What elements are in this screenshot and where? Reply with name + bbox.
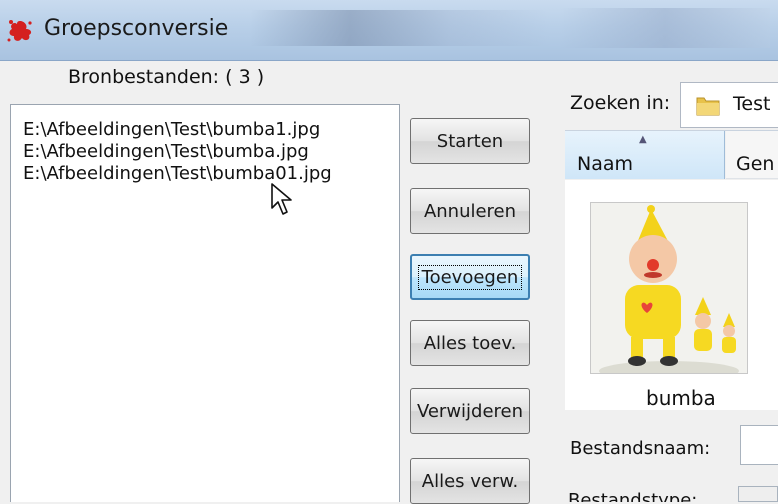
background-window-blur [560, 8, 770, 48]
add-all-button-label: Alles toev. [423, 332, 517, 354]
add-all-button[interactable]: Alles toev. [410, 320, 530, 366]
column-header-second-label: Gen [736, 153, 775, 175]
filetype-dropdown[interactable] [738, 486, 778, 502]
filename-input[interactable] [740, 425, 778, 465]
list-item[interactable]: E:\Afbeeldingen\Test\bumba1.jpg [23, 119, 320, 140]
cancel-button[interactable]: Annuleren [410, 188, 530, 234]
thumbnail-caption: bumba [646, 386, 716, 410]
look-in-value: Test [733, 93, 771, 115]
start-button-label: Starten [436, 130, 504, 152]
filename-label: Bestandsnaam: [570, 438, 711, 459]
column-header-name[interactable]: ▲ Naam [565, 131, 725, 179]
list-item[interactable]: E:\Afbeeldingen\Test\bumba.jpg [23, 141, 309, 162]
title-bar[interactable]: Groepsconversie [0, 0, 778, 61]
column-header-second[interactable]: Gen [726, 131, 778, 179]
add-button-label: Toevoegen [417, 264, 523, 290]
column-header-name-label: Naam [577, 153, 634, 175]
mouse-cursor-icon [271, 183, 292, 215]
background-window-blur [250, 10, 550, 46]
sort-ascending-icon: ▲ [639, 134, 647, 145]
add-button[interactable]: Toevoegen [410, 254, 530, 300]
remove-button-label: Verwijderen [416, 400, 524, 422]
filetype-label: Bestandstype: [568, 490, 698, 502]
start-button[interactable]: Starten [410, 118, 530, 164]
remove-all-button-label: Alles verw. [421, 470, 519, 492]
look-in-label: Zoeken in: [570, 92, 671, 114]
source-files-label: Bronbestanden: ( 3 ) [68, 66, 265, 88]
folder-icon [696, 97, 720, 116]
remove-all-button[interactable]: Alles verw. [410, 458, 530, 504]
remove-button[interactable]: Verwijderen [410, 388, 530, 434]
look-in-dropdown[interactable]: Test [680, 82, 778, 128]
file-thumbnail[interactable] [590, 202, 748, 381]
window-title: Groepsconversie [44, 16, 229, 41]
list-item[interactable]: E:\Afbeeldingen\Test\bumba01.jpg [23, 163, 332, 184]
cancel-button-label: Annuleren [423, 200, 517, 222]
bumba-photo-image [591, 203, 747, 381]
splash-app-icon [7, 20, 32, 42]
source-file-list[interactable]: E:\Afbeeldingen\Test\bumba1.jpg E:\Afbee… [10, 104, 400, 502]
